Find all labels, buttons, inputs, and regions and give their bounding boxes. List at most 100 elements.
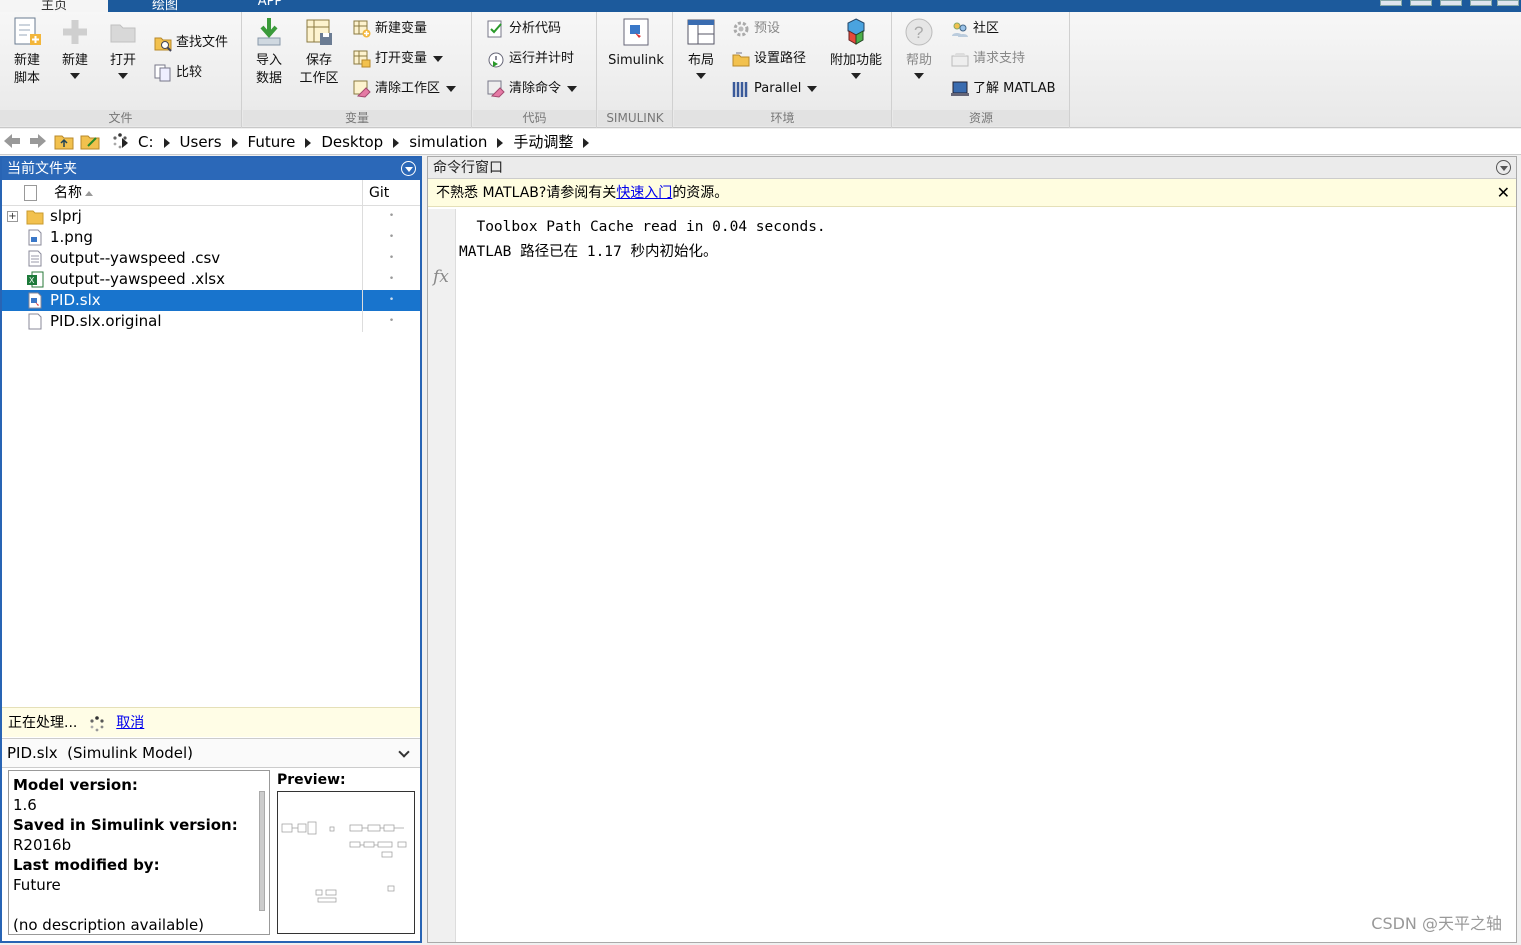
parallel-button[interactable]: Parallel [732,78,818,100]
quick-access-icon-2[interactable] [1410,0,1432,6]
group-resources: ? 帮助 社区 请求支持 了解 MATLAB 资源 [893,12,1070,128]
set-path-button[interactable]: 设置路径 [732,48,806,70]
save-workspace-button[interactable]: 保存 工作区 [297,16,341,88]
import-data-icon [254,16,284,48]
new-icon [60,16,90,48]
restore-icon[interactable] [1497,0,1519,6]
breadcrumb-item[interactable]: Users [180,133,222,151]
tab-apps[interactable]: APP [225,0,315,12]
group-label-variable: 变量 [243,110,471,126]
model-preview-image [277,791,415,934]
ribbon: 新建 脚本 新建 打开 查找文件 比较 文件 导入 数据 保存 工作区 新建变量… [0,12,1521,128]
git-status: • [362,227,420,248]
back-arrow-icon[interactable] [2,132,22,150]
folder-open-icon [108,16,138,48]
column-header-git[interactable]: Git [362,180,420,205]
details-header[interactable]: PID.slx (Simulink Model) [2,738,420,768]
chevron-down-icon [446,85,457,92]
breadcrumb-separator-icon[interactable] [583,137,590,148]
file-row-pid-original[interactable]: PID.slx.original • [2,311,420,332]
file-row-png[interactable]: 1.png • [2,227,420,248]
community-button[interactable]: 社区 [951,18,999,40]
group-label-resources: 资源 [893,110,1069,126]
panel-menu-icon[interactable] [1496,160,1511,175]
details-scrollbar[interactable] [259,791,265,911]
clear-workspace-label: 清除工作区 [375,81,441,96]
close-icon[interactable]: ✕ [1497,179,1510,207]
preview-label: Preview: [277,772,346,788]
learn-matlab-button[interactable]: 了解 MATLAB [951,78,1056,100]
clear-workspace-button[interactable]: 清除工作区 [353,78,457,100]
request-support-button[interactable]: 请求支持 [951,48,1025,70]
expand-icon[interactable]: + [7,211,18,222]
cancel-link[interactable]: 取消 [116,715,144,731]
chevron-down-icon[interactable] [398,746,410,758]
layout-button[interactable]: 布局 [680,16,722,79]
gear-icon [732,20,750,38]
file-row-pid-slx[interactable]: PID.slx • [2,290,420,311]
panel-menu-icon[interactable] [401,161,416,176]
minimize-icon[interactable] [1470,0,1492,6]
file-icon [26,313,44,330]
breadcrumb: C: Users Future Desktop simulation 手动调整 [112,129,599,155]
file-row-csv[interactable]: output--yawspeed .csv • [2,248,420,269]
output-line: MATLAB 路径已在 1.17 秒内初始化。 [459,244,718,260]
preferences-button[interactable]: 预设 [732,18,780,40]
tab-plots[interactable]: 绘图 [120,0,210,12]
new-script-button[interactable]: 新建 脚本 [6,16,48,88]
quick-start-link[interactable]: 快速入门 [616,185,672,201]
breadcrumb-item[interactable]: Desktop [321,133,383,151]
simulink-button[interactable]: Simulink [606,16,666,70]
file-list: + slprj • 1.png • output--yawspeed .csv … [2,206,420,332]
group-environment: 布局 预设 设置路径 Parallel 附加功能 环境 [674,12,892,128]
new-button[interactable]: 新建 [56,16,94,79]
breadcrumb-separator-icon [497,137,504,148]
simulink-icon [621,16,651,48]
import-data-button[interactable]: 导入 数据 [249,16,289,88]
file-name: 1.png [50,228,93,246]
breadcrumb-item[interactable]: simulation [409,133,487,151]
breadcrumb-item[interactable]: C: [138,133,154,151]
help-label: 帮助 [905,53,932,68]
command-output[interactable]: Toolbox Path Cache read in 0.04 seconds.… [459,215,826,265]
detail-value: 1.6 [13,796,37,814]
new-variable-button[interactable]: 新建变量 [353,18,427,40]
community-icon [951,20,969,38]
parallel-label: Parallel [754,81,802,96]
breadcrumb-item[interactable]: 手动调整 [513,133,573,151]
function-browser-icon[interactable]: fx [433,267,449,287]
find-files-icon [154,34,172,52]
column-header-name[interactable]: 名称 [54,180,93,206]
tab-home[interactable]: 主页 [0,0,108,12]
breadcrumb-item[interactable]: Future [248,133,296,151]
file-list-header: 名称 Git [2,180,420,206]
group-label-code: 代码 [473,110,596,126]
file-type-column-icon[interactable] [24,185,37,201]
quick-access-icon-3[interactable] [1440,0,1462,6]
file-row-slprj[interactable]: + slprj • [2,206,420,227]
run-and-time-button[interactable]: 运行并计时 [487,48,574,70]
new-variable-icon [353,20,371,38]
addons-button[interactable]: 附加功能 [826,16,886,79]
command-window-title-bar: 命令行窗口 [428,157,1516,179]
detail-label: Last modified by: [13,856,160,874]
git-status: • [362,311,420,332]
browse-folder-icon[interactable] [80,132,100,150]
addons-label: 附加功能 [829,53,882,68]
open-button[interactable]: 打开 [104,16,142,79]
quick-access-icon[interactable] [1380,0,1402,6]
detail-description: (no description available) [13,916,205,934]
compare-button[interactable]: 比较 [154,62,202,84]
forward-arrow-icon[interactable] [28,132,48,150]
clear-commands-button[interactable]: 清除命令 [487,78,578,100]
open-variable-button[interactable]: 打开变量 [353,48,444,70]
up-folder-icon[interactable] [54,132,74,150]
file-row-xlsx[interactable]: X output--yawspeed .xlsx • [2,269,420,290]
find-files-button[interactable]: 查找文件 [154,32,228,54]
addons-icon [841,16,871,48]
analyze-code-button[interactable]: 分析代码 [487,18,561,40]
compare-label: 比较 [176,65,203,80]
command-area[interactable]: fx Toolbox Path Cache read in 0.04 secon… [428,209,1516,942]
help-button[interactable]: ? 帮助 [899,16,939,79]
new-script-label: 新建 脚本 [13,53,40,86]
